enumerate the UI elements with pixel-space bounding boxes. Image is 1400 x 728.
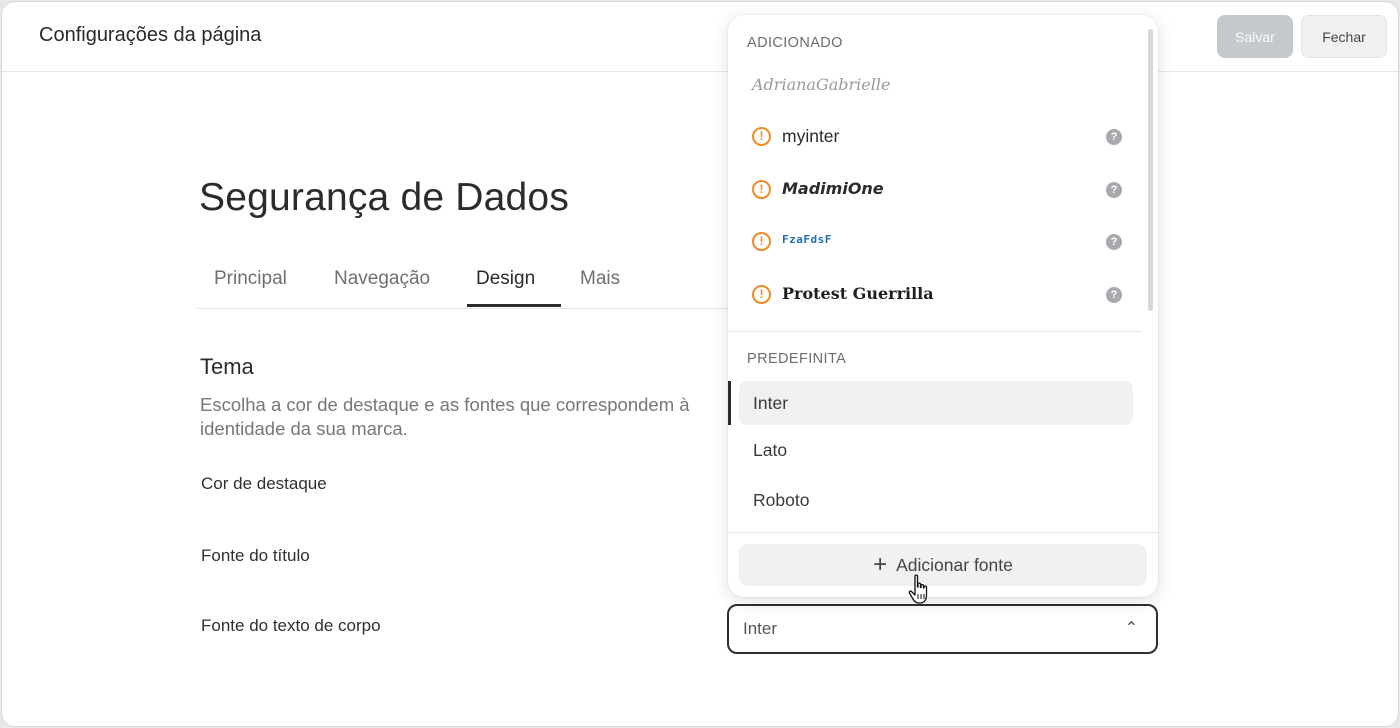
body-font-label: Fonte do texto de corpo (201, 616, 381, 635)
font-option-madimione[interactable]: ! MadimiOne ? (752, 170, 1122, 210)
font-option-label: myinter (782, 126, 840, 146)
page-settings-window: Configurações da página Salvar Fechar Se… (1, 1, 1399, 727)
window-title: Configurações da página (39, 24, 262, 46)
chevron-up-icon: ⌃ (1124, 620, 1138, 637)
dropdown-footer-divider (728, 532, 1158, 533)
accent-color-label: Cor de destaque (201, 474, 327, 493)
preset-fonts-group-label: PREDEFINITA (747, 351, 847, 367)
warning-icon: ! (752, 180, 771, 199)
selected-option-indicator (728, 381, 731, 425)
warning-icon: ! (752, 127, 771, 146)
theme-section-description: Escolha a cor de destaque e as fontes qu… (200, 394, 690, 439)
body-font-select[interactable]: Inter ⌃ (727, 604, 1158, 654)
help-icon[interactable]: ? (1106, 129, 1122, 145)
page-heading: Segurança de Dados (199, 176, 570, 219)
help-icon[interactable]: ? (1106, 287, 1122, 303)
hand-pointer-cursor-icon (908, 574, 928, 604)
tab-navegacao[interactable]: Navegação (334, 268, 430, 290)
dropdown-scrollbar[interactable] (1148, 29, 1153, 311)
tab-principal[interactable]: Principal (214, 268, 287, 290)
added-fonts-group-label: ADICIONADO (747, 35, 843, 51)
title-font-label: Fonte do título (201, 546, 310, 565)
active-tab-indicator (467, 304, 561, 307)
font-option-lato[interactable]: Lato (739, 428, 1133, 472)
top-bar: Configurações da página Salvar Fechar (2, 2, 1398, 72)
font-option-label: MadimiOne (782, 179, 884, 198)
warning-icon: ! (752, 285, 771, 304)
font-option-fzafdsf[interactable]: ! FzaFdsF ? (752, 222, 1122, 262)
main-content: Segurança de Dados Principal Navegação D… (2, 73, 1398, 726)
tab-bar: Principal Navegação Design Mais (197, 248, 757, 309)
font-option-label: FzaFdsF (782, 233, 832, 246)
plus-icon: + (873, 551, 888, 578)
theme-section-title: Tema (200, 354, 254, 379)
help-icon[interactable]: ? (1106, 182, 1122, 198)
help-icon[interactable]: ? (1106, 234, 1122, 250)
add-font-label: Adicionar fonte (896, 554, 1013, 575)
save-button[interactable]: Salvar (1217, 15, 1293, 58)
tab-design[interactable]: Design (476, 268, 535, 290)
tab-mais[interactable]: Mais (580, 268, 620, 290)
add-font-button[interactable]: + Adicionar fonte (739, 544, 1147, 586)
font-option-label: Protest Guerrilla (782, 284, 934, 303)
body-font-select-value: Inter (743, 619, 778, 638)
font-option-roboto[interactable]: Roboto (739, 478, 1133, 522)
font-option-myinter[interactable]: ! myinter ? (752, 117, 1122, 157)
font-option-adrianagabrielle[interactable]: AdrianaGabrielle (752, 66, 1122, 106)
font-option-protest-guerrilla[interactable]: ! Protest Guerrilla ? (752, 275, 1122, 315)
close-button[interactable]: Fechar (1301, 15, 1387, 58)
dropdown-divider (728, 331, 1142, 332)
font-option-inter[interactable]: Inter (739, 381, 1133, 425)
font-dropdown-menu: ADICIONADO AdrianaGabrielle ! myinter ? … (728, 15, 1158, 597)
font-option-label: AdrianaGabrielle (752, 75, 891, 94)
warning-icon: ! (752, 232, 771, 251)
